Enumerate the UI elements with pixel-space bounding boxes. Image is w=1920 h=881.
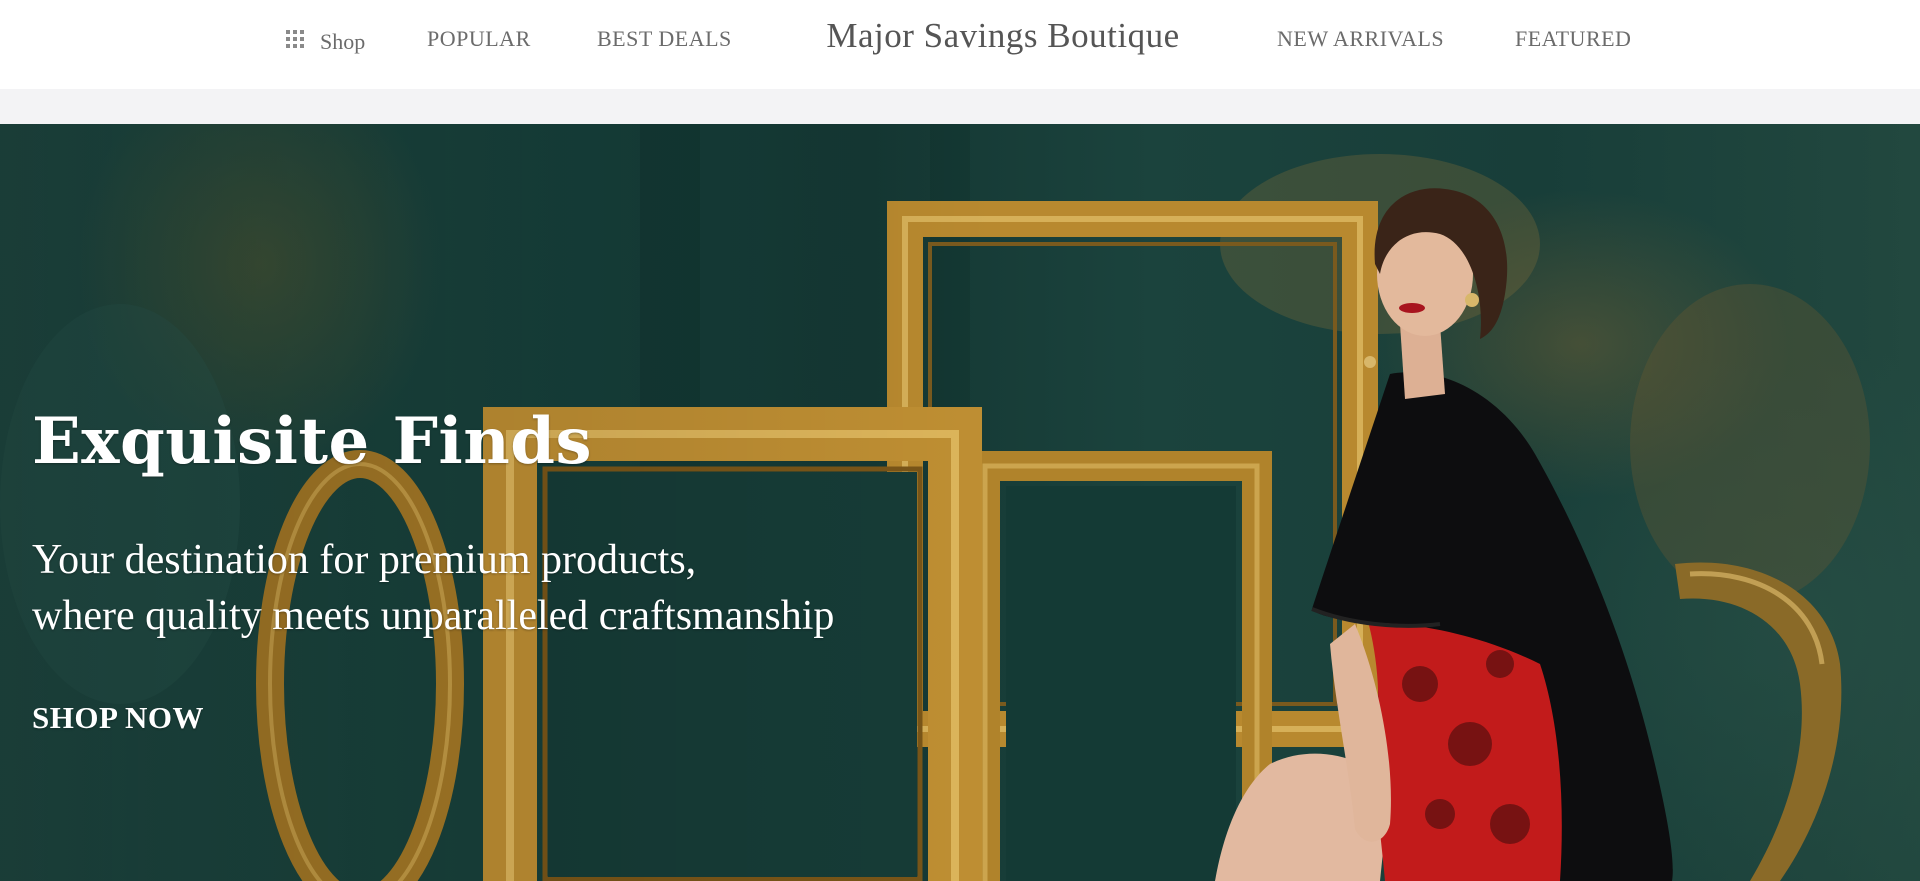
- shop-menu-button[interactable]: Shop: [286, 24, 365, 54]
- nav-link-new-arrivals[interactable]: NEW ARRIVALS: [1277, 24, 1444, 54]
- nav-link-popular[interactable]: POPULAR: [427, 24, 531, 54]
- grid-icon: [286, 30, 304, 48]
- site-header: Shop POPULAR BEST DEALS Major Savings Bo…: [0, 0, 1920, 89]
- hero-title: Exquisite Finds: [32, 404, 592, 479]
- shop-menu-label: Shop: [320, 29, 366, 54]
- nav-link-featured[interactable]: FEATURED: [1515, 24, 1631, 54]
- hero-banner: Exquisite Finds Your destination for pre…: [0, 124, 1920, 881]
- nav-link-best-deals[interactable]: BEST DEALS: [597, 24, 732, 54]
- header-subbar: [0, 89, 1920, 124]
- hero-subtitle-line-1: Your destination for premium products,: [32, 537, 697, 583]
- hero-subtitle-line-2: where quality meets unparalleled craftsm…: [32, 593, 835, 639]
- hero-subtitle: Your destination for premium products, w…: [32, 532, 1032, 644]
- hero-image: [0, 124, 1870, 881]
- shop-now-button[interactable]: SHOP NOW: [32, 698, 204, 738]
- brand-title[interactable]: Major Savings Boutique: [826, 16, 1179, 55]
